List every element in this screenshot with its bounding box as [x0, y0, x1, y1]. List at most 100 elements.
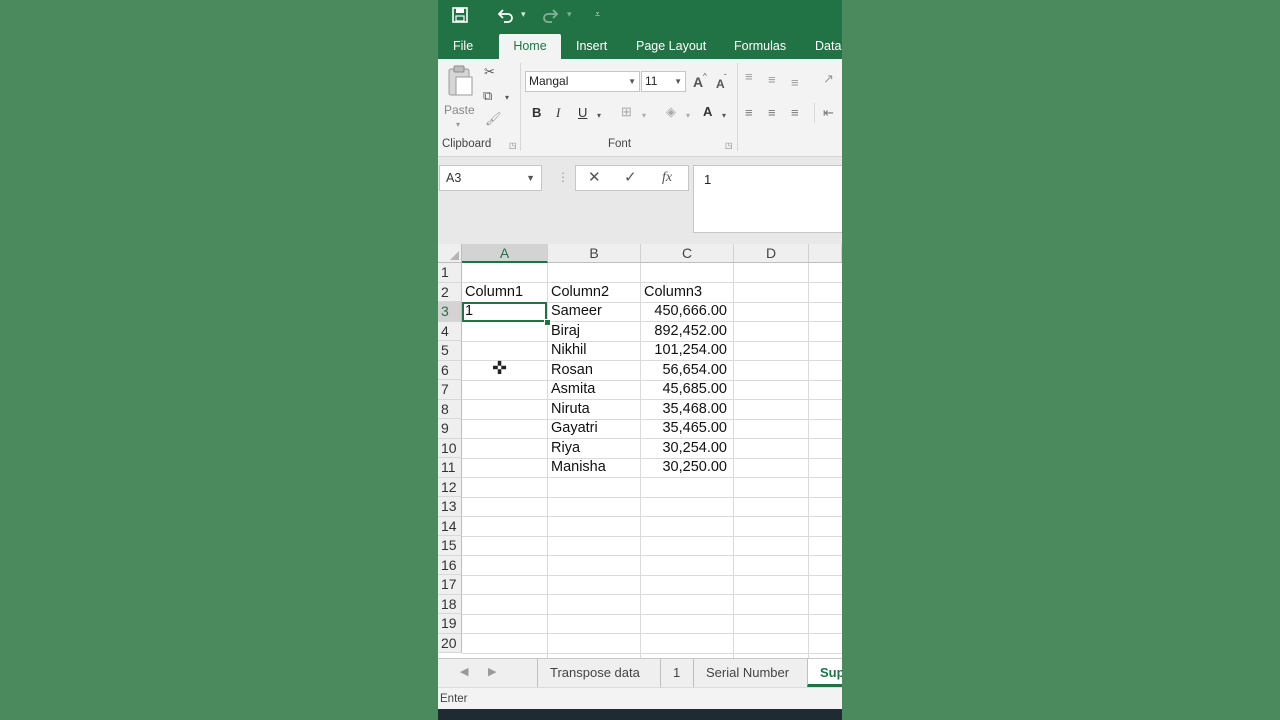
cut-icon[interactable]: ✂: [484, 64, 495, 80]
paste-icon[interactable]: [446, 65, 474, 101]
sheet-tab-serial-number[interactable]: Serial Number: [693, 659, 807, 687]
orientation-icon[interactable]: ↗: [823, 71, 834, 87]
italic-button[interactable]: I: [556, 105, 560, 121]
align-right-icon[interactable]: ≡: [791, 105, 799, 121]
cell-c11[interactable]: 30,250.00: [641, 458, 734, 478]
cancel-button[interactable]: ✕: [588, 168, 601, 188]
row-header-12[interactable]: 12: [438, 477, 462, 497]
cell-b8[interactable]: Niruta: [548, 400, 641, 420]
cell-c5[interactable]: 101,254.00: [641, 341, 734, 361]
row-header-9[interactable]: 9: [438, 419, 462, 439]
tab-page-layout[interactable]: Page Layout: [636, 34, 706, 59]
cell-b6[interactable]: Rosan: [548, 361, 641, 381]
row-header-20[interactable]: 20: [438, 633, 462, 653]
sheet-tab-transpose-data[interactable]: Transpose data: [537, 659, 660, 687]
formula-input[interactable]: 1: [693, 165, 842, 233]
save-icon[interactable]: [451, 6, 469, 30]
select-all-button[interactable]: [438, 244, 462, 263]
row-header-4[interactable]: 4: [438, 321, 462, 341]
insert-function-button[interactable]: fx: [662, 168, 672, 188]
grow-font-icon[interactable]: A: [693, 74, 703, 90]
cell-c3[interactable]: 450,666.00: [641, 302, 734, 322]
column-header-a[interactable]: A: [462, 244, 548, 263]
cell-b9[interactable]: Gayatri: [548, 419, 641, 439]
row-header-14[interactable]: 14: [438, 516, 462, 536]
row-header-5[interactable]: 5: [438, 341, 462, 361]
cell-c7[interactable]: 45,685.00: [641, 380, 734, 400]
underline-dropdown-icon[interactable]: ▾: [597, 108, 601, 124]
font-color-dropdown-icon[interactable]: ▾: [722, 108, 726, 124]
tab-formulas[interactable]: Formulas: [734, 34, 786, 59]
column-header-e[interactable]: [809, 244, 842, 263]
font-color-icon[interactable]: A: [703, 104, 712, 120]
enter-button[interactable]: ✓: [624, 168, 637, 188]
paste-button[interactable]: Paste: [444, 102, 475, 118]
cell-b10[interactable]: Riya: [548, 439, 641, 459]
font-launcher-icon[interactable]: ◳: [725, 141, 733, 150]
row-header-3[interactable]: 3: [438, 302, 462, 322]
row-header-7[interactable]: 7: [438, 380, 462, 400]
align-middle-icon[interactable]: ≡: [768, 72, 776, 88]
worksheet-grid[interactable]: A B C D 1 2 3 4 5 6 7 8 9 10 11 12 13 14…: [438, 244, 842, 658]
column-header-d[interactable]: D: [734, 244, 809, 263]
cell-c9[interactable]: 35,465.00: [641, 419, 734, 439]
align-top-icon[interactable]: ≡: [745, 69, 753, 85]
row-header-2[interactable]: 2: [438, 282, 462, 302]
row-header-10[interactable]: 10: [438, 438, 462, 458]
align-bottom-icon[interactable]: ≡: [791, 75, 799, 91]
paste-dropdown-icon[interactable]: ▾: [456, 117, 460, 133]
cell-a2[interactable]: Column1: [462, 283, 548, 303]
undo-dropdown-icon[interactable]: ▾: [521, 9, 526, 20]
tab-data[interactable]: Data: [815, 34, 841, 59]
cell-c4[interactable]: 892,452.00: [641, 322, 734, 342]
font-name-combo[interactable]: Mangal ▼: [525, 71, 640, 92]
redo-dropdown-icon[interactable]: ▾: [567, 9, 572, 20]
column-header-c[interactable]: C: [641, 244, 734, 263]
redo-icon[interactable]: [542, 6, 560, 30]
customize-qat-icon[interactable]: ⩡: [595, 9, 600, 20]
underline-button[interactable]: U: [578, 105, 587, 121]
cell-b11[interactable]: Manisha: [548, 458, 641, 478]
align-left-icon[interactable]: ≡: [745, 105, 753, 121]
copy-icon[interactable]: ⧉: [483, 88, 492, 104]
cell-c6[interactable]: 56,654.00: [641, 361, 734, 381]
prev-sheet-icon[interactable]: ◀: [460, 665, 468, 678]
name-box[interactable]: A3 ▼: [439, 165, 542, 191]
cell-b3[interactable]: Sameer: [548, 302, 641, 322]
cell-c10[interactable]: 30,254.00: [641, 439, 734, 459]
row-header-1[interactable]: 1: [438, 263, 462, 283]
tab-home[interactable]: Home: [499, 34, 561, 59]
cell-b4[interactable]: Biraj: [548, 322, 641, 342]
tab-insert[interactable]: Insert: [576, 34, 607, 59]
next-sheet-icon[interactable]: ▶: [488, 665, 496, 678]
cell-b7[interactable]: Asmita: [548, 380, 641, 400]
undo-icon[interactable]: [496, 6, 514, 30]
row-header-15[interactable]: 15: [438, 536, 462, 556]
row-header-8[interactable]: 8: [438, 399, 462, 419]
clipboard-launcher-icon[interactable]: ◳: [509, 141, 517, 150]
copy-dropdown-icon[interactable]: ▾: [505, 90, 509, 106]
row-header-6[interactable]: 6: [438, 360, 462, 380]
cell-c2[interactable]: Column3: [641, 283, 734, 303]
borders-icon[interactable]: ⊞: [621, 104, 632, 120]
sheet-tab-sup[interactable]: Sup: [807, 659, 842, 687]
borders-dropdown-icon[interactable]: ▾: [642, 108, 646, 124]
sheet-tab-1[interactable]: 1: [660, 659, 693, 687]
align-center-icon[interactable]: ≡: [768, 105, 776, 121]
row-header-17[interactable]: 17: [438, 575, 462, 595]
bold-button[interactable]: B: [532, 105, 541, 121]
decrease-indent-icon[interactable]: ⇤: [823, 105, 834, 121]
format-painter-icon[interactable]: 🖌: [485, 111, 502, 127]
fill-dropdown-icon[interactable]: ▾: [686, 108, 690, 124]
fill-handle[interactable]: [544, 319, 551, 326]
row-header-18[interactable]: 18: [438, 594, 462, 614]
row-header-16[interactable]: 16: [438, 555, 462, 575]
row-header-11[interactable]: 11: [438, 458, 462, 478]
row-header-13[interactable]: 13: [438, 497, 462, 517]
fill-color-icon[interactable]: ◈: [666, 104, 676, 120]
row-header-19[interactable]: 19: [438, 614, 462, 634]
tab-file[interactable]: File: [453, 34, 473, 59]
font-size-combo[interactable]: 11 ▼: [641, 71, 686, 92]
cell-b2[interactable]: Column2: [548, 283, 641, 303]
cell-b5[interactable]: Nikhil: [548, 341, 641, 361]
